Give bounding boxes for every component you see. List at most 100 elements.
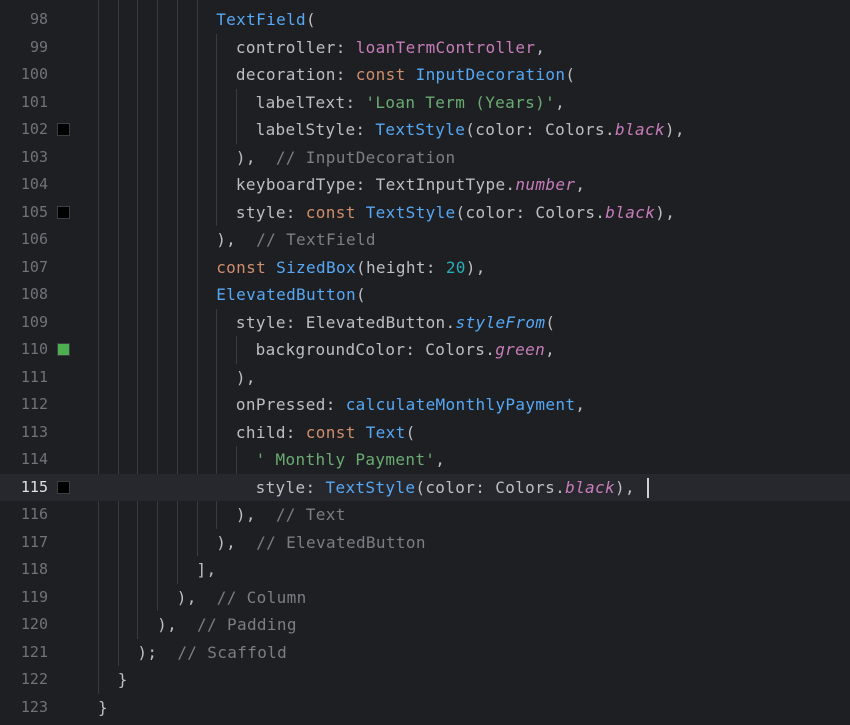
line-number: 123 — [20, 697, 48, 716]
code-text[interactable]: const SizedBox(height: 20), — [216, 254, 486, 282]
code-token: , — [555, 92, 566, 112]
color-swatch-icon[interactable] — [57, 123, 70, 136]
code-line[interactable]: 122} — [0, 666, 850, 694]
code-line[interactable]: 110 backgroundColor: Colors.green, — [0, 336, 850, 364]
code-line[interactable]: 112 onPressed: calculateMonthlyPayment, — [0, 391, 850, 419]
code-text[interactable]: ), // TextField — [216, 226, 376, 254]
line-number: 102 — [20, 120, 48, 138]
code-line[interactable]: 103), // InputDecoration — [0, 144, 850, 172]
code-line[interactable]: 118], — [0, 556, 850, 584]
code-token: // TextField — [256, 230, 376, 249]
code-line[interactable]: 114 ' Monthly Payment', — [0, 446, 850, 474]
code-line[interactable]: 106), // TextField — [0, 226, 850, 254]
code-text[interactable]: child: const Text( — [236, 419, 416, 447]
code-line[interactable]: 105 style: const TextStyle(color: Colors.… — [0, 199, 850, 227]
color-swatch-icon[interactable] — [57, 480, 70, 494]
code-line[interactable]: 120), // Padding — [0, 611, 850, 639]
code-line[interactable]: 117 ), // ElevatedButton — [0, 529, 850, 557]
code-token: calculateMonthlyPayment — [345, 395, 576, 414]
code-token: // Scaffold — [177, 642, 288, 662]
code-text[interactable]: TextField( — [216, 6, 316, 34]
code-line[interactable]: 123} — [0, 694, 850, 722]
code-token: ); — [137, 642, 178, 662]
code-token: , — [575, 395, 586, 414]
code-line[interactable]: 108 ElevatedButton( — [0, 281, 850, 309]
code-line[interactable]: 99 controller: loanTermController, — [0, 34, 850, 62]
code-text[interactable]: style: TextStyle(color: Colors.black), — [256, 474, 645, 502]
code-token: (height: — [355, 257, 446, 277]
code-token: (color: Colors. — [455, 202, 606, 222]
code-token: // Padding — [197, 615, 297, 634]
current-code-line[interactable]: 115 style: TextStyle(color: Colors.black)… — [0, 473, 850, 502]
code-token: ), — [664, 120, 685, 139]
code-token: SizedBox — [276, 257, 356, 277]
code-text[interactable]: labelStyle: TextStyle(color: Colors.blac… — [256, 116, 685, 144]
code-editor[interactable]: 98 TextField( 99 controller: loanTermContro… — [0, 0, 850, 725]
code-line[interactable]: 104 keyboardType: TextInputType.number, — [0, 171, 850, 199]
code-token: ), — [655, 202, 676, 222]
line-number: 101 — [20, 92, 48, 111]
code-token: ( — [355, 285, 366, 304]
code-token: ), — [235, 505, 276, 524]
code-line[interactable]: 100 decoration: const InputDecoration( — [0, 61, 850, 89]
code-token: TextStyle — [365, 202, 456, 222]
line-number: 100 — [20, 65, 48, 83]
code-line[interactable]: 101 labelText: 'Loan Term (Years)', — [0, 89, 850, 117]
line-number: 109 — [20, 312, 48, 331]
code-text[interactable]: backgroundColor: Colors.green, — [256, 336, 556, 364]
code-token: 'Loan Term (Years)' — [365, 92, 556, 112]
code-token: ( — [565, 65, 576, 84]
line-number: 107 — [20, 257, 48, 276]
code-token: ), — [216, 230, 257, 249]
code-token: } — [117, 670, 128, 689]
code-line[interactable]: 102 labelStyle: TextStyle(color: Colors.b… — [0, 116, 850, 144]
code-text[interactable]: ], — [197, 556, 217, 584]
code-line[interactable]: 116), // Text — [0, 501, 850, 529]
color-swatch-icon[interactable] — [57, 343, 70, 356]
code-text[interactable]: ), // Column — [177, 584, 307, 612]
code-text[interactable]: ), // Padding — [157, 611, 297, 639]
line-number: 114 — [20, 450, 48, 468]
code-line[interactable]: 98 TextField( — [0, 6, 850, 34]
code-text[interactable]: keyboardType: TextInputType.number, — [236, 171, 585, 199]
code-token: number — [515, 175, 576, 194]
code-text[interactable]: ), // Text — [236, 501, 346, 529]
code-token: ( — [306, 10, 317, 29]
code-token: black — [605, 202, 656, 222]
code-text[interactable]: ), // ElevatedButton — [216, 529, 426, 557]
code-text[interactable]: ); // Scaffold — [137, 639, 287, 667]
code-text[interactable]: } — [98, 694, 108, 722]
code-line[interactable]: 109 style: ElevatedButton.styleFrom( — [0, 309, 850, 337]
code-token: TextField — [216, 10, 307, 29]
line-number: 105 — [20, 202, 48, 221]
code-token: ), — [465, 257, 486, 277]
code-line[interactable]: 107 const SizedBox(height: 20), — [0, 254, 850, 282]
code-line[interactable]: 113 child: const Text( — [0, 419, 850, 447]
code-token: ' Monthly Payment' — [255, 450, 436, 469]
code-text[interactable]: ), — [236, 364, 256, 392]
code-text[interactable]: decoration: const InputDecoration( — [236, 61, 575, 89]
code-text[interactable]: labelText: 'Loan Term (Years)', — [256, 89, 565, 117]
line-number: 99 — [29, 37, 48, 56]
text-caret — [647, 477, 649, 498]
code-token: ElevatedButton — [216, 285, 356, 304]
code-text[interactable]: onPressed: calculateMonthlyPayment, — [236, 391, 585, 419]
code-text[interactable]: ' Monthly Payment', — [256, 446, 446, 474]
code-token: ), — [157, 615, 198, 634]
code-line[interactable]: 121); // Scaffold — [0, 639, 850, 667]
code-text[interactable]: } — [118, 666, 128, 694]
code-token: ( — [405, 422, 416, 442]
code-text[interactable]: ), // InputDecoration — [236, 144, 456, 172]
code-token: ], — [196, 560, 217, 579]
line-number: 121 — [20, 642, 48, 661]
line-number: 104 — [20, 175, 48, 193]
code-text[interactable]: style: ElevatedButton.styleFrom( — [236, 309, 555, 337]
code-text[interactable]: controller: loanTermController, — [236, 34, 545, 62]
code-line[interactable]: 111), — [0, 364, 850, 392]
code-line[interactable]: 119), // Column — [0, 584, 850, 612]
code-text[interactable]: ElevatedButton( — [216, 281, 366, 309]
line-number: 117 — [20, 532, 48, 551]
color-swatch-icon[interactable] — [57, 205, 70, 219]
code-text[interactable]: style: const TextStyle(color: Colors.bla… — [236, 199, 675, 227]
code-token: labelText: — [255, 92, 366, 112]
